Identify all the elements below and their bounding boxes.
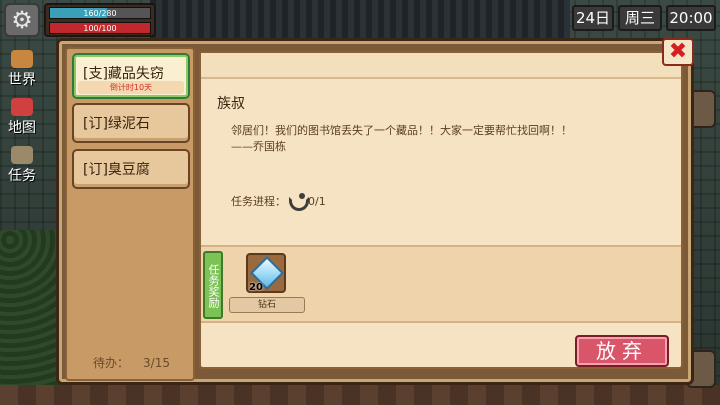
progress-label: 任务进程：: [231, 195, 286, 208]
reward-item-slot[interactable]: 20: [246, 253, 286, 293]
hp-text: 160/280: [83, 9, 117, 18]
reward-item-name: 钻石: [229, 297, 305, 313]
mp-text: 100/100: [83, 24, 117, 33]
settings-gear-icon[interactable]: ⚙: [4, 3, 40, 37]
nav-task-button[interactable]: 任务: [2, 146, 42, 185]
description-line-1: 邻居们！我们的图书馆丢失了一个藏品！！大家一定要帮忙找回啊！！: [231, 124, 572, 137]
nav-map-label: 地图: [8, 120, 36, 136]
quest-list-panel: [支]藏品失窃 倒计时10天 [订]绿泥石 [订]臭豆腐 待办： 3/15: [65, 47, 195, 381]
nav-task-label: 任务: [8, 168, 36, 184]
reward-label: 任务奖励: [203, 251, 223, 319]
npc-name: 族叔: [217, 96, 245, 112]
weekday-display: 周三: [618, 5, 662, 31]
detail-header-strip: [201, 53, 681, 79]
worm-icon: [287, 193, 309, 211]
countdown-badge: 倒计时10天: [78, 81, 184, 94]
pending-value: 3/15: [143, 356, 170, 370]
time-display: 20:00: [666, 5, 716, 31]
quest-tab-chlorite[interactable]: [订]绿泥石: [72, 103, 190, 143]
grass-area: [0, 230, 60, 405]
status-bars: 160/280 100/100: [44, 3, 156, 37]
quest-tab-label: [订]臭豆腐: [83, 162, 150, 178]
close-icon[interactable]: ✖: [662, 38, 694, 66]
quest-detail-panel: 族叔 邻居们！我们的图书馆丢失了一个藏品！！大家一定要帮忙找回啊！！ ——乔国栋…: [199, 51, 683, 369]
floor-tiles: [0, 385, 720, 405]
quest-tab-label: [订]绿泥石: [83, 116, 150, 132]
hp-bar: 160/280: [49, 7, 151, 19]
quest-progress: 任务进程： 0/1: [231, 193, 326, 211]
nav-world-button[interactable]: 世界: [2, 50, 42, 89]
map-pin-icon: [11, 98, 33, 116]
abandon-button[interactable]: 放弃: [575, 335, 669, 367]
building-roof: [150, 0, 570, 40]
quest-description: 邻居们！我们的图书馆丢失了一个藏品！！大家一定要帮忙找回啊！！ ——乔国栋: [231, 123, 572, 155]
world-icon: [11, 50, 33, 68]
pending-counter: 待办： 3/15: [73, 354, 170, 371]
nav-map-button[interactable]: 地图: [2, 98, 42, 137]
nav-world-label: 世界: [8, 72, 36, 88]
day-display: 24日: [572, 5, 614, 31]
mp-bar: 100/100: [49, 22, 151, 34]
quest-dialog: [支]藏品失窃 倒计时10天 [订]绿泥石 [订]臭豆腐 待办： 3/15 族叔 …: [56, 38, 694, 385]
quest-tab-stinky-tofu[interactable]: [订]臭豆腐: [72, 149, 190, 189]
quest-tab-label: [支]藏品失窃: [83, 66, 164, 82]
task-scroll-icon: [11, 146, 33, 164]
reward-item-count: 20: [249, 282, 263, 293]
progress-value: 0/1: [308, 194, 326, 208]
reward-section: 任务奖励 20 钻石: [201, 245, 681, 323]
quest-tab-stolen-collection[interactable]: [支]藏品失窃 倒计时10天: [72, 53, 190, 99]
description-line-2: ——乔国栋: [231, 140, 286, 153]
pending-label: 待办：: [93, 356, 130, 370]
